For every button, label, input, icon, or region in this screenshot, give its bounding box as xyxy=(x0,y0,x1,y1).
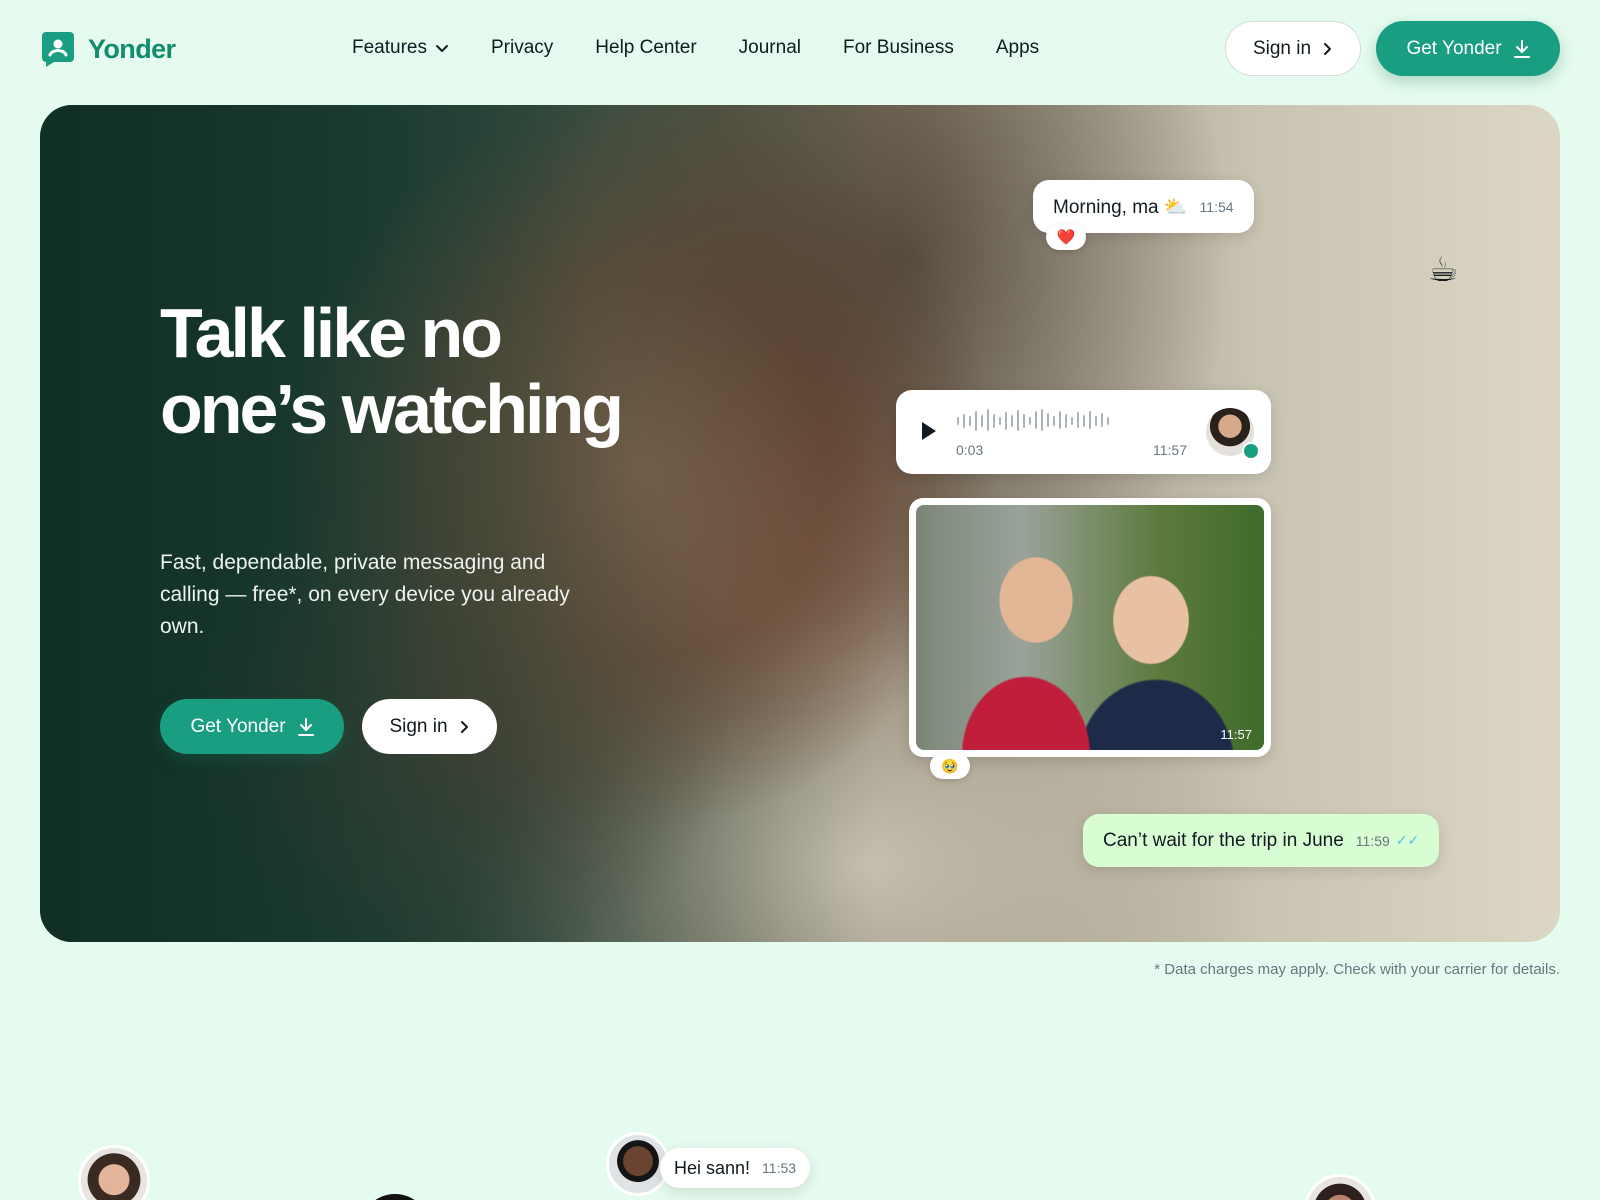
nav-item-label: Privacy xyxy=(490,37,554,58)
chevron-down-icon xyxy=(435,45,448,52)
voice-duration: 0:03 xyxy=(956,442,984,458)
play-icon[interactable] xyxy=(922,422,936,440)
nav-item-label: Help Center xyxy=(595,37,697,58)
main-nav: Features Privacy Help Center Journal For… xyxy=(352,37,1039,59)
download-icon xyxy=(297,717,314,736)
message-text: Hei sann! xyxy=(674,1157,751,1178)
chat-bubble-hei: Hei sann! 11:53 xyxy=(660,1148,811,1188)
avatar xyxy=(360,1194,430,1200)
footnote: * Data charges may apply. Check with you… xyxy=(1154,961,1560,978)
heart-reaction-icon: ❤️ xyxy=(1046,224,1086,250)
nav-item-privacy[interactable]: Privacy xyxy=(491,37,553,59)
download-icon xyxy=(1513,39,1530,58)
header-sign-in-button[interactable]: Sign in xyxy=(1225,21,1361,76)
message-time: 11:59 xyxy=(1355,832,1390,849)
message-text: Morning, ma ⛅ xyxy=(1053,196,1188,218)
hero-section: Talk like no one’s watching Fast, depend… xyxy=(40,105,1560,942)
message-time: 11:53 xyxy=(762,1160,797,1176)
nav-item-label: Apps xyxy=(995,37,1040,58)
avatar xyxy=(78,1145,150,1200)
site-header: Yonder Features Privacy Help Center Jour… xyxy=(0,0,1600,100)
hero-get-yonder-button[interactable]: Get Yonder xyxy=(160,699,344,754)
sign-in-label: Sign in xyxy=(1252,37,1312,59)
logo[interactable]: Yonder xyxy=(40,30,176,68)
nav-item-label: For Business xyxy=(843,37,954,58)
sign-in-label: Sign in xyxy=(389,715,448,737)
message-time: 11:57 xyxy=(1220,727,1252,742)
emoji-reaction-icon: 🥹 xyxy=(930,753,970,779)
coffee-cup-icon: ☕ xyxy=(1428,251,1459,289)
hero-subtitle: Fast, dependable, private messaging and … xyxy=(160,551,570,638)
waveform-icon xyxy=(957,409,1109,431)
brand-name: Yonder xyxy=(88,33,176,64)
photo-message: 11:57 xyxy=(909,498,1271,757)
message-time: 11:54 xyxy=(1199,198,1234,215)
nav-item-journal[interactable]: Journal xyxy=(739,37,801,59)
message-text: Can’t wait for the trip in June xyxy=(1103,829,1344,851)
nav-item-label: Journal xyxy=(738,37,801,58)
nav-item-label: Features xyxy=(352,37,427,58)
photo-image[interactable]: 11:57 xyxy=(916,505,1264,750)
nav-item-features[interactable]: Features xyxy=(352,37,449,59)
chevron-right-icon xyxy=(460,720,468,733)
message-time: 11:57 xyxy=(1153,442,1187,458)
hero-title: Talk like no one’s watching xyxy=(160,294,624,448)
header-get-yonder-button[interactable]: Get Yonder xyxy=(1376,21,1560,76)
logo-icon xyxy=(42,32,74,67)
nav-item-for-business[interactable]: For Business xyxy=(843,37,954,59)
get-yonder-label: Get Yonder xyxy=(190,715,286,737)
avatar xyxy=(1304,1174,1376,1200)
voice-message: 0:03 11:57 xyxy=(896,390,1271,474)
get-yonder-label: Get Yonder xyxy=(1406,37,1502,59)
nav-item-help-center[interactable]: Help Center xyxy=(595,37,696,59)
chevron-right-icon xyxy=(1324,42,1332,55)
nav-item-apps[interactable]: Apps xyxy=(996,37,1039,59)
read-receipt-icon: ✓✓ xyxy=(1395,832,1420,848)
microphone-icon xyxy=(1242,442,1260,460)
hero-sign-in-button[interactable]: Sign in xyxy=(362,699,497,754)
chat-bubble-trip: Can’t wait for the trip in June 11:59 ✓✓ xyxy=(1083,814,1440,867)
